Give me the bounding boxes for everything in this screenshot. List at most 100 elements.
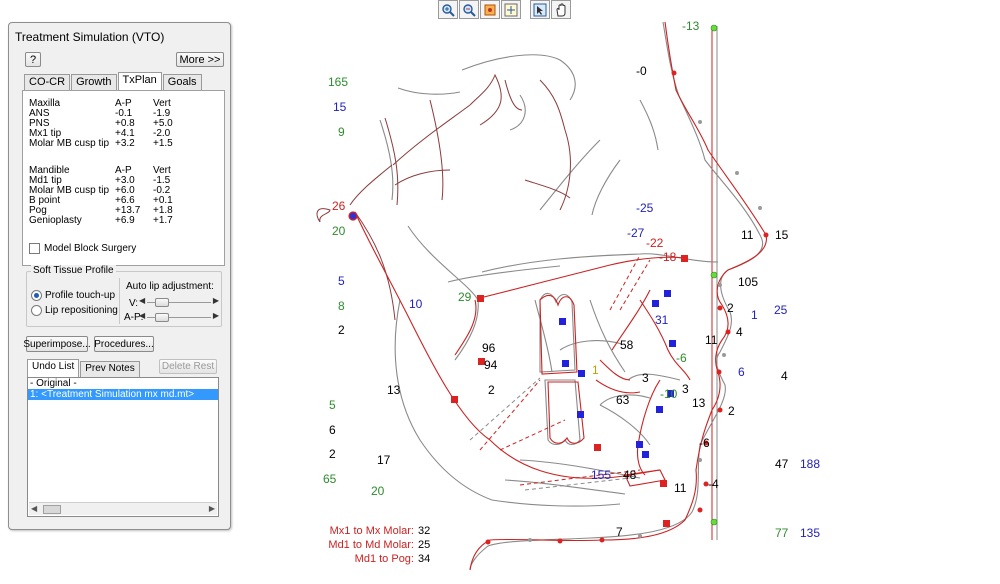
label: 135	[800, 526, 820, 540]
label: 2	[727, 301, 734, 315]
delete-rest-button[interactable]: Delete Rest	[159, 359, 217, 374]
vert-value: +1.5	[153, 138, 173, 149]
label: 1	[751, 308, 758, 322]
scroll-thumb[interactable]	[43, 505, 61, 514]
label: -4	[708, 477, 719, 491]
slider-thumb[interactable]	[155, 313, 169, 322]
table-row: Genioplasty +6.9 +1.7	[29, 216, 193, 226]
tab-undo-list[interactable]: Undo List	[27, 359, 80, 377]
list-item[interactable]: 1: <Treatment Simulation mx md.mt>	[28, 389, 218, 400]
label: 13	[387, 383, 401, 397]
profile-touchup-radio[interactable]: Profile touch-up	[31, 290, 115, 301]
metric-label: Md1 to Pog:	[354, 553, 414, 565]
label: 2	[329, 447, 336, 461]
auto-lip-label: Auto lip adjustment:	[126, 281, 214, 292]
label: 31	[655, 313, 669, 327]
ap-value: +6.9	[115, 215, 135, 226]
mandible-table: Mandible A-P Vert Md1 tip +3.0 -1.5 Molar …	[29, 166, 193, 226]
pan-hand-icon[interactable]	[551, 0, 571, 19]
label: 20	[371, 484, 385, 498]
checkbox-label: Model Block Surgery	[44, 243, 137, 254]
radio-dot[interactable]	[31, 290, 42, 301]
scroll-left-arrow-icon[interactable]: ◀	[31, 504, 37, 513]
ap-slider[interactable]: ◀ ▶	[139, 311, 219, 322]
label: 3	[682, 382, 689, 396]
tooth-distance-metrics: Mx1 to Mx Molar: 32 Md1 to Md Molar: 25 Md…	[300, 524, 450, 566]
label: 8	[338, 299, 345, 313]
zoom-in-icon[interactable]	[438, 0, 458, 19]
label: 188	[800, 457, 820, 471]
tab-prev-notes[interactable]: Prev Notes	[80, 361, 140, 377]
label: 165	[328, 75, 348, 89]
label: 15	[775, 228, 789, 242]
txplan-tab-panel: Maxilla A-P Vert ANS -0.1 -1.9 PNS +0.8 +5.0…	[22, 90, 225, 266]
label: -10	[660, 387, 678, 401]
label: 20	[332, 224, 346, 238]
zoom-rect-icon[interactable]	[480, 0, 500, 19]
more-button[interactable]: More >>	[176, 52, 224, 67]
label: 96	[482, 341, 496, 355]
label: -25	[636, 201, 654, 215]
label: 4	[781, 369, 788, 383]
superimpose-button[interactable]: Superimpose...	[23, 336, 91, 352]
procedures-button[interactable]: Procedures...	[94, 336, 154, 352]
metric-value: 25	[418, 539, 431, 551]
v-slider[interactable]: ◀ ▶	[139, 296, 219, 307]
slider-left-arrow-icon[interactable]: ◀	[139, 296, 145, 305]
label: 48	[623, 468, 637, 482]
pointer-icon[interactable]	[530, 0, 550, 19]
label: 10	[409, 297, 423, 311]
label: 11	[705, 333, 718, 347]
scroll-right-arrow-icon[interactable]: ▶	[209, 504, 215, 513]
radio-label: Lip repositioning	[45, 305, 118, 316]
label: 5	[338, 274, 345, 288]
tab-goals[interactable]: Goals	[162, 74, 202, 90]
label: 7	[616, 525, 623, 539]
slider-right-arrow-icon[interactable]: ▶	[213, 311, 219, 320]
list-item[interactable]: - Original -	[28, 378, 218, 389]
metric-label: Md1 to Md Molar:	[328, 539, 414, 551]
checkbox-box[interactable]	[29, 243, 40, 254]
label: 94	[484, 358, 498, 372]
model-block-surgery-checkbox[interactable]: Model Block Surgery	[29, 243, 136, 254]
group-divider	[119, 278, 120, 324]
slider-left-arrow-icon[interactable]: ◀	[139, 311, 145, 320]
label: 25	[774, 303, 788, 317]
slider-thumb[interactable]	[155, 298, 169, 307]
label: 47	[775, 457, 789, 471]
original-tracing	[379, 21, 764, 571]
radio-label: Profile touch-up	[45, 290, 116, 301]
row-label: Molar MB cusp tip	[29, 138, 110, 149]
tab-co-cr[interactable]: CO-CR	[24, 74, 71, 90]
row-label: Genioplasty	[29, 215, 82, 226]
label: -22	[646, 236, 664, 250]
metric-row: Md1 to Md Molar: 25	[300, 538, 450, 552]
label: 11	[674, 481, 687, 495]
maxilla-table: Maxilla A-P Vert ANS -0.1 -1.9 PNS +0.8 +5.0…	[29, 99, 193, 149]
tab-growth[interactable]: Growth	[71, 74, 117, 90]
label: 77	[775, 526, 789, 540]
label: 6	[329, 423, 336, 437]
label: 58	[620, 338, 634, 352]
soft-tissue-group: Soft Tissue Profile Profile touch-up Lip…	[26, 265, 222, 327]
label: 3	[642, 371, 649, 385]
label: 9	[338, 125, 345, 139]
zoom-out-icon[interactable]	[459, 0, 479, 19]
fit-window-icon[interactable]	[501, 0, 521, 19]
table-row: Molar MB cusp tip +3.2 +1.5	[29, 139, 193, 149]
dashed-guides	[479, 254, 651, 486]
lip-repositioning-radio[interactable]: Lip repositioning	[31, 305, 118, 316]
help-button[interactable]: ?	[25, 52, 41, 67]
slider-right-arrow-icon[interactable]: ▶	[213, 296, 219, 305]
label: 2	[338, 323, 345, 337]
metric-value: 34	[418, 553, 431, 565]
radio-dot[interactable]	[31, 305, 42, 316]
tab-txplan[interactable]: TxPlan	[117, 72, 162, 90]
ap-value: +3.2	[115, 138, 135, 149]
label: 1	[592, 363, 599, 377]
label: 11	[741, 228, 754, 242]
horizontal-scrollbar[interactable]: ◀ ▶	[29, 502, 217, 515]
undo-list[interactable]: - Original - 1: <Treatment Simulation mx…	[27, 377, 219, 517]
label: -0	[636, 64, 647, 78]
label: 26	[332, 199, 346, 213]
